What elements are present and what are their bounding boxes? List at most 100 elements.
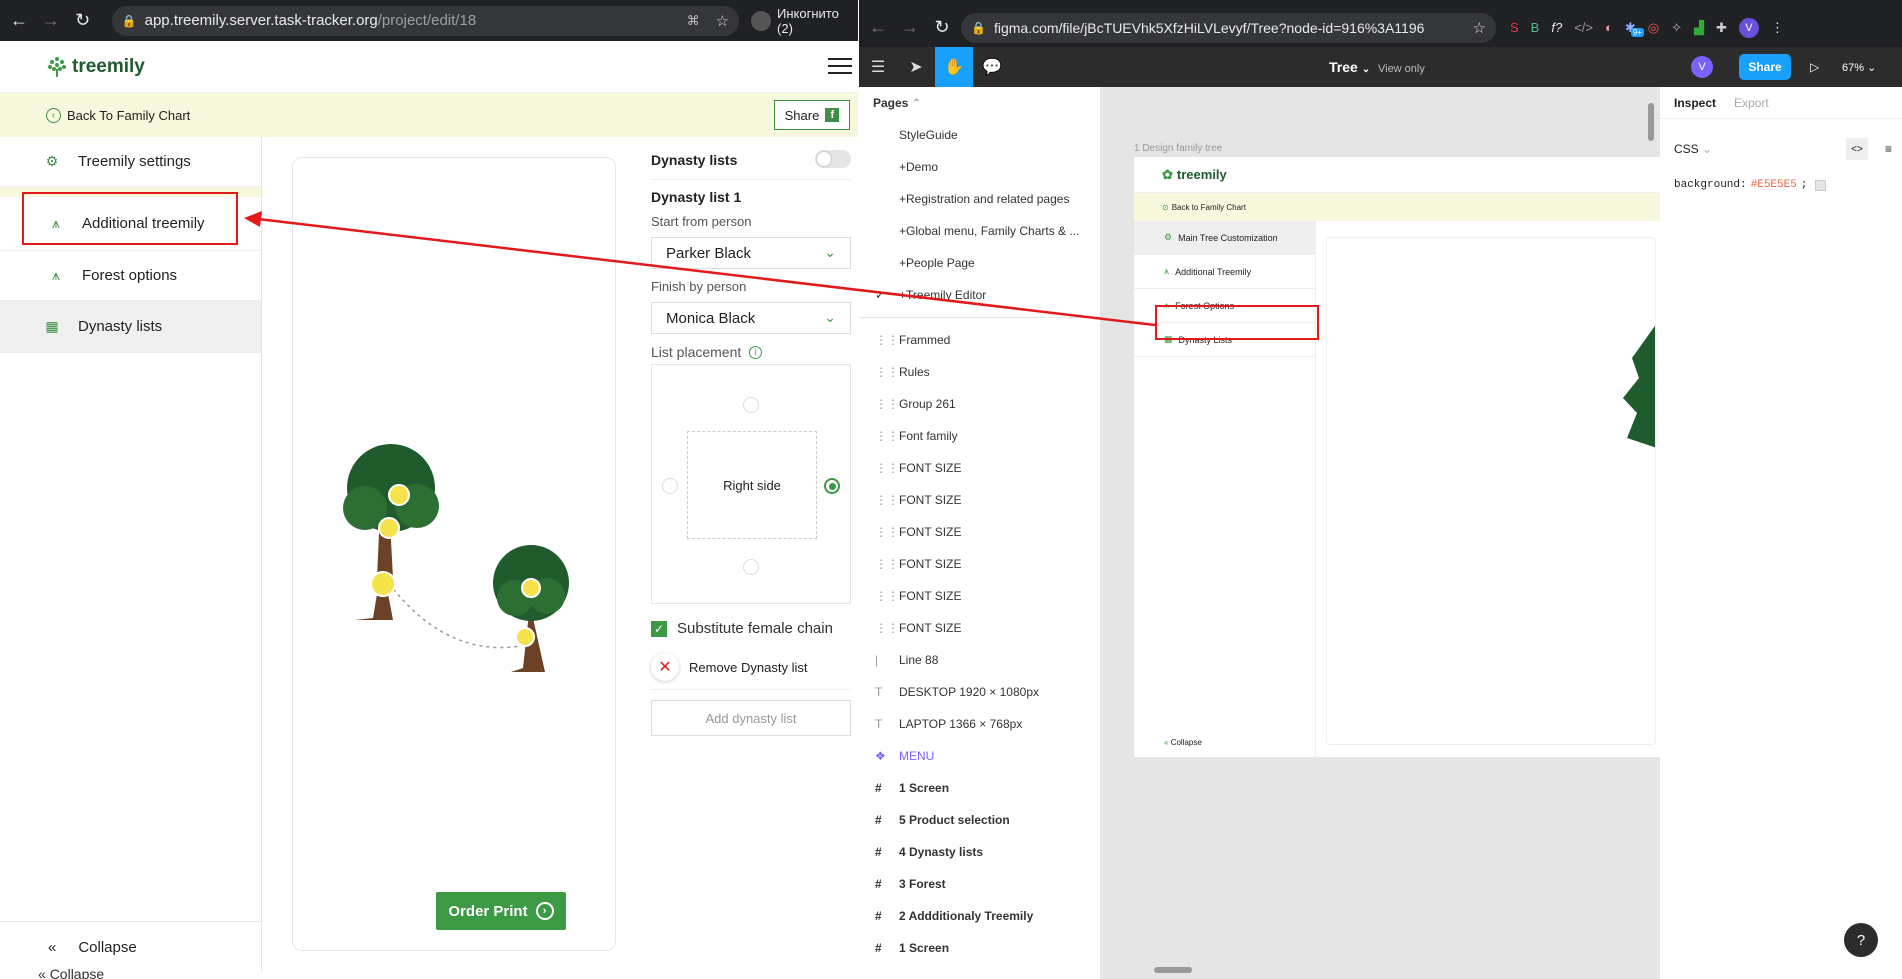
layer-item[interactable]: ⋮⋮ FONT SIZE: [859, 580, 1100, 612]
treemily-logo[interactable]: treemily: [46, 56, 145, 78]
forward-arrow-icon[interactable]: →: [897, 15, 923, 41]
sidebar-item-forest-options[interactable]: ⩚ Forest options: [0, 251, 261, 301]
star-icon[interactable]: ☆: [716, 12, 729, 30]
share-button[interactable]: Share f: [774, 100, 850, 130]
substitute-female-checkbox[interactable]: ✓: [651, 620, 667, 637]
page-item[interactable]: +People Page: [859, 247, 1100, 279]
page-item[interactable]: ✓ +Treemily Editor: [859, 279, 1100, 311]
tree-preview-card: Order Print ›: [292, 157, 616, 951]
back-arrow-icon[interactable]: ←: [6, 8, 32, 34]
dynasty-lists-toggle[interactable]: [815, 150, 851, 168]
extension-icon[interactable]: ✱ 9+: [1625, 20, 1644, 37]
layer-item[interactable]: #3 Forest: [859, 868, 1100, 900]
placement-bottom-radio[interactable]: [743, 559, 759, 575]
canvas-scrollbar-horizontal[interactable]: [1154, 967, 1192, 973]
frame-icon: ⋮⋮: [875, 589, 899, 603]
hand-tool-icon[interactable]: ✋: [935, 47, 973, 87]
css-dropdown[interactable]: CSS ⌄: [1674, 142, 1712, 156]
tree-fragment: [1623, 325, 1655, 448]
back-arrow-icon[interactable]: ←: [865, 15, 891, 41]
layer-item[interactable]: #5 Product selection: [859, 804, 1100, 836]
placement-top-radio[interactable]: [743, 397, 759, 413]
page-item[interactable]: StyleGuide: [859, 119, 1100, 151]
address-bar[interactable]: 🔒 app.treemily.server.task-tracker.org /…: [111, 5, 740, 36]
remove-dynasty-list-button[interactable]: Remove Dynasty list: [689, 660, 807, 675]
info-icon[interactable]: i: [749, 345, 763, 359]
extension-icon[interactable]: ▟: [1694, 20, 1704, 36]
layer-item[interactable]: ⋮⋮ FONT SIZE: [859, 452, 1100, 484]
canvas-scrollbar-vertical[interactable]: [1648, 103, 1654, 141]
comment-tool-icon[interactable]: 💬: [973, 47, 1011, 87]
back-to-family-chart-link[interactable]: Back To Family Chart: [67, 108, 190, 123]
frame-collapse: « Collapse: [1164, 738, 1202, 747]
code-view-icon[interactable]: <>: [1846, 138, 1868, 160]
layer-item[interactable]: ⋮⋮ Group 261: [859, 388, 1100, 420]
help-button[interactable]: ?: [1844, 923, 1878, 957]
editor-sidebar: ⚙ Treemily settings ⩚ Additional treemil…: [0, 137, 262, 973]
layer-item[interactable]: ⋮⋮ FONT SIZE: [859, 612, 1100, 644]
chevron-left-circle-icon: ⊙: [1162, 202, 1169, 212]
extension-icon[interactable]: f?: [1551, 20, 1562, 35]
layer-item[interactable]: ⋮⋮ FONT SIZE: [859, 484, 1100, 516]
layer-item[interactable]: #4 Dynasty lists: [859, 836, 1100, 868]
profile-avatar[interactable]: V: [1738, 17, 1759, 38]
extension-icon[interactable]: S: [1510, 20, 1519, 35]
finish-person-select[interactable]: Monica Black ⌄: [651, 302, 851, 334]
page-item[interactable]: +Global menu, Family Charts & ...: [859, 215, 1100, 247]
chevron-left-circle-icon[interactable]: ‹: [46, 107, 61, 123]
file-title[interactable]: Tree ⌄ View only: [1329, 59, 1425, 75]
extension-icon[interactable]: ◐: [1605, 20, 1613, 35]
extension-icon[interactable]: B: [1531, 20, 1540, 35]
placement-left-radio[interactable]: [662, 478, 678, 494]
sidebar-item-treemily-settings[interactable]: ⚙ Treemily settings: [0, 137, 261, 187]
layer-item[interactable]: #1 Screen: [859, 772, 1100, 804]
layer-item[interactable]: ⋮⋮ Frammed: [859, 324, 1100, 356]
layer-item[interactable]: ⋮⋮ FONT SIZE: [859, 548, 1100, 580]
incognito-indicator[interactable]: Инкогнито (2): [751, 6, 858, 36]
layer-item[interactable]: #1 Screen: [859, 932, 1100, 964]
star-icon[interactable]: ☆: [1473, 19, 1486, 37]
puzzle-icon[interactable]: ✚: [1716, 20, 1727, 36]
reload-icon[interactable]: ↻: [929, 15, 955, 41]
forward-arrow-icon[interactable]: →: [38, 8, 64, 34]
layer-item[interactable]: | Line 88: [859, 644, 1100, 676]
layer-item-label: FONT SIZE: [899, 493, 962, 507]
list-view-icon[interactable]: ≡: [1885, 142, 1892, 156]
reload-icon[interactable]: ↻: [70, 8, 96, 34]
figma-address-bar[interactable]: 🔒 figma.com/file/jBcTUEVhk5XfzHiLVLevyf/…: [961, 12, 1496, 43]
code-extension-icon[interactable]: </>: [1574, 20, 1593, 35]
user-avatar[interactable]: V: [1691, 56, 1713, 78]
layer-item[interactable]: T LAPTOP 1366 × 768px: [859, 708, 1100, 740]
add-dynasty-list-button[interactable]: Add dynasty list: [651, 700, 851, 736]
extension-icon[interactable]: ◎: [1648, 20, 1659, 36]
zoom-level[interactable]: 67% ⌄: [1842, 61, 1876, 74]
sidebar-item-dynasty-lists[interactable]: ▦ Dynasty lists: [0, 301, 261, 353]
layer-item-label: Frammed: [899, 333, 951, 347]
more-vert-icon[interactable]: ⋮: [1771, 20, 1784, 36]
order-print-button[interactable]: Order Print ›: [436, 892, 566, 930]
page-item[interactable]: +Registration and related pages: [859, 183, 1100, 215]
move-tool-icon[interactable]: ➤: [897, 47, 935, 87]
pages-header[interactable]: Pages ⌃: [859, 87, 1100, 119]
translate-icon[interactable]: ⌘: [687, 13, 700, 29]
frame-icon: ⋮⋮: [875, 429, 899, 443]
layer-item[interactable]: ⋮⋮ FONT SIZE: [859, 516, 1100, 548]
start-person-select[interactable]: Parker Black ⌄: [651, 237, 851, 269]
present-icon[interactable]: ▷: [1810, 60, 1819, 74]
layer-item[interactable]: ❖ MENU: [859, 740, 1100, 772]
export-tab[interactable]: Export: [1734, 96, 1769, 110]
hamburger-menu-icon[interactable]: [828, 58, 852, 79]
inspect-tab[interactable]: Inspect: [1674, 96, 1716, 110]
extension-icon[interactable]: ✧: [1671, 20, 1682, 36]
placement-right-radio[interactable]: [824, 478, 840, 494]
layer-item[interactable]: T DESKTOP 1920 × 1080px: [859, 676, 1100, 708]
figma-share-button[interactable]: Share: [1739, 54, 1791, 80]
text-icon: T: [875, 717, 883, 731]
layer-item[interactable]: #2 Addditionaly Treemily: [859, 900, 1100, 932]
page-item[interactable]: +Demo: [859, 151, 1100, 183]
text-icon: T: [875, 685, 883, 699]
main-menu-icon[interactable]: ☰: [859, 47, 897, 87]
layer-item[interactable]: ⋮⋮ Rules: [859, 356, 1100, 388]
layer-item[interactable]: ⋮⋮ Font family: [859, 420, 1100, 452]
remove-icon[interactable]: ✕: [651, 653, 679, 681]
